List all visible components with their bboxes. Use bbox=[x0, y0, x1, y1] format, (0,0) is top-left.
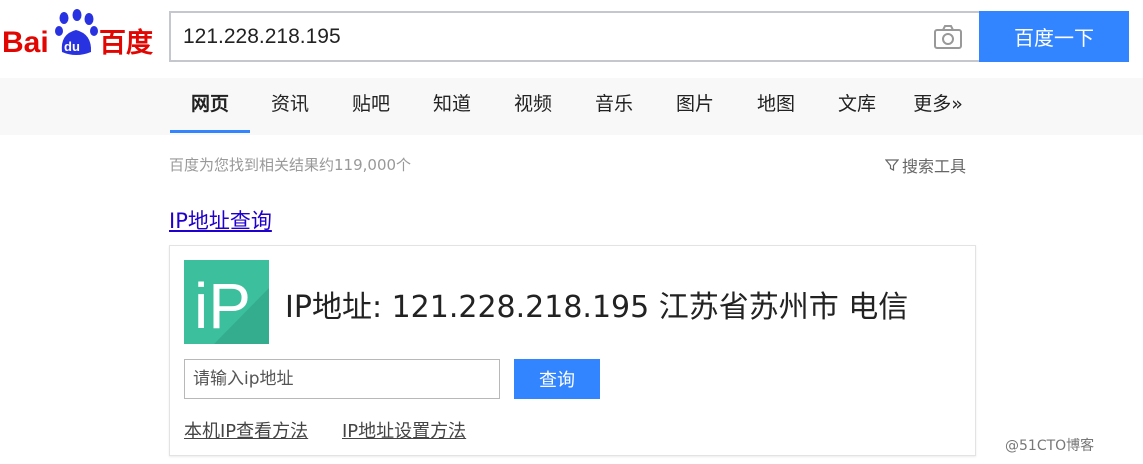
tab-tieba[interactable]: 贴吧 bbox=[341, 78, 401, 133]
nav-bar: 网页 资讯 贴吧 知道 视频 音乐 图片 地图 文库 更多» bbox=[0, 78, 1143, 135]
tab-zhidao[interactable]: 知道 bbox=[422, 78, 482, 133]
tab-news[interactable]: 资讯 bbox=[260, 78, 320, 133]
local-ip-help-link[interactable]: 本机IP查看方法 bbox=[184, 417, 308, 443]
svg-text:du: du bbox=[64, 39, 80, 54]
tab-more[interactable]: 更多» bbox=[903, 78, 973, 133]
result-count: 百度为您找到相关结果约119,000个 bbox=[169, 156, 412, 174]
camera-icon[interactable] bbox=[933, 24, 963, 50]
search-box bbox=[169, 11, 980, 62]
active-tab-indicator bbox=[170, 130, 250, 133]
logo-text-baidu: 百度 bbox=[99, 27, 153, 59]
filter-icon bbox=[885, 159, 899, 171]
ip-settings-help-link[interactable]: IP地址设置方法 bbox=[342, 417, 466, 443]
watermark: @51CTO博客 bbox=[1005, 438, 1095, 454]
tab-music[interactable]: 音乐 bbox=[584, 78, 644, 133]
svg-text:iP: iP bbox=[194, 270, 251, 342]
paw-icon: du bbox=[55, 9, 98, 55]
query-button[interactable]: 查询 bbox=[514, 359, 600, 399]
tab-webpage[interactable]: 网页 bbox=[170, 78, 250, 133]
result-title-link[interactable]: IP地址查询 bbox=[169, 205, 272, 235]
tab-wenku[interactable]: 文库 bbox=[827, 78, 887, 133]
tab-map[interactable]: 地图 bbox=[746, 78, 806, 133]
ip-icon: iP bbox=[184, 260, 269, 344]
logo-text-bai: Bai bbox=[2, 26, 49, 59]
ip-result-text: IP地址: 121.228.218.195 江苏省苏州市 电信 bbox=[285, 290, 909, 325]
tab-video[interactable]: 视频 bbox=[503, 78, 563, 133]
baidu-logo[interactable]: Bai du 百度 bbox=[0, 4, 160, 64]
tab-images[interactable]: 图片 bbox=[665, 78, 725, 133]
search-button[interactable]: 百度一下 bbox=[979, 11, 1129, 62]
ip-result-card: iP IP地址: 121.228.218.195 江苏省苏州市 电信 查询 本机… bbox=[169, 245, 976, 456]
search-input[interactable] bbox=[183, 13, 923, 60]
ip-query-input[interactable] bbox=[184, 359, 500, 399]
search-tools-label: 搜索工具 bbox=[902, 157, 967, 176]
search-tools-button[interactable]: 搜索工具 bbox=[885, 153, 966, 177]
